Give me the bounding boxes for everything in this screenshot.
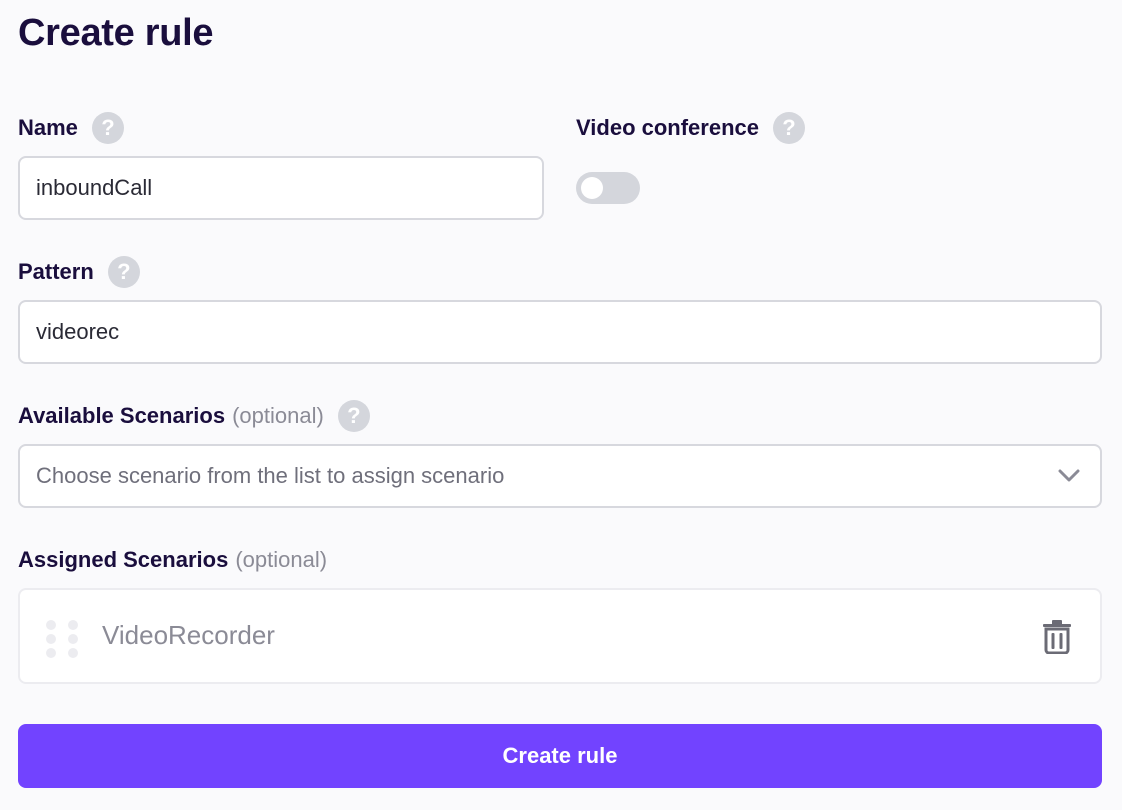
optional-tag: (optional)	[235, 547, 328, 572]
create-rule-form: Create rule Name ? inboundCall Video con…	[0, 0, 1122, 810]
pattern-input-value: videorec	[36, 319, 120, 344]
drag-handle-icon[interactable]	[46, 620, 78, 658]
assigned-scenarios-label-row: Assigned Scenarios (optional)	[18, 544, 327, 576]
pattern-input[interactable]: videorec	[18, 300, 1102, 364]
name-input[interactable]: inboundCall	[18, 156, 544, 220]
chevron-down-icon[interactable]	[1058, 465, 1080, 487]
help-icon[interactable]: ?	[107, 256, 140, 288]
create-rule-button[interactable]: Create rule	[18, 724, 1102, 788]
pattern-label: Pattern	[18, 259, 94, 284]
help-icon[interactable]: ?	[337, 400, 370, 432]
available-scenarios-select[interactable]: Choose scenario from the list to assign …	[18, 444, 1102, 508]
name-label: Name	[18, 115, 78, 140]
pattern-label-row: Pattern ?	[18, 256, 140, 288]
video-conference-toggle[interactable]	[576, 172, 640, 204]
help-icon[interactable]: ?	[773, 112, 805, 144]
select-placeholder: Choose scenario from the list to assign …	[36, 463, 505, 488]
name-input-value: inboundCall	[36, 175, 153, 200]
name-label-row: Name ?	[18, 112, 124, 144]
help-icon[interactable]: ?	[91, 112, 124, 144]
available-scenarios-label-row: Available Scenarios (optional) ?	[18, 400, 370, 432]
page-title: Create rule	[18, 12, 214, 54]
assigned-scenarios-label: Assigned Scenarios	[18, 547, 229, 572]
optional-tag: (optional)	[232, 403, 324, 428]
video-conference-label-row: Video conference ?	[576, 112, 805, 144]
available-scenarios-label: Available Scenarios	[18, 403, 226, 428]
assigned-scenario-item: VideoRecorder	[18, 588, 1102, 684]
trash-icon[interactable]	[1042, 620, 1072, 655]
toggle-knob	[581, 177, 603, 199]
video-conference-label: Video conference	[576, 115, 759, 140]
assigned-scenario-name: VideoRecorder	[102, 620, 275, 650]
